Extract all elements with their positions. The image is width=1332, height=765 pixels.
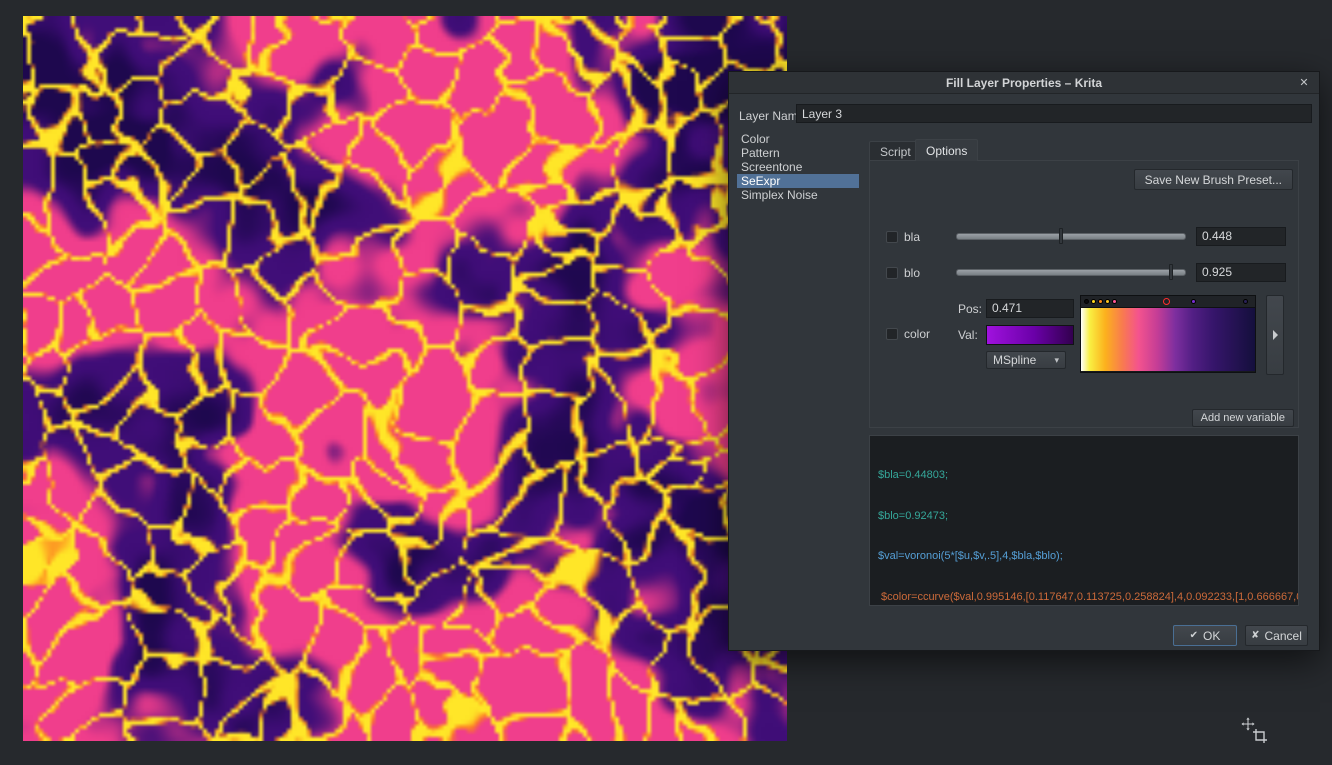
bla-slider-handle[interactable]: [1059, 228, 1063, 244]
close-icon[interactable]: ✕: [1296, 75, 1312, 91]
color-value-swatch[interactable]: [986, 325, 1074, 345]
script-line: $color=ccurve($val,0.995146,[0.117647,0.…: [878, 591, 1290, 605]
gradient-stop-marker-selected[interactable]: [1163, 298, 1170, 305]
chevron-right-icon: [1273, 330, 1278, 340]
dialog-titlebar[interactable]: Fill Layer Properties – Krita ✕: [729, 72, 1319, 94]
chevron-down-icon: ▾: [1054, 355, 1059, 366]
generator-list-item-screentone[interactable]: Screentone: [737, 160, 859, 174]
tab-options[interactable]: Options: [915, 139, 978, 161]
generator-list-item-seexpr[interactable]: SeExpr: [737, 174, 859, 188]
blo-checkbox[interactable]: [886, 267, 898, 279]
cancel-button[interactable]: ✘ Cancel: [1245, 625, 1308, 646]
gradient-stop-marker[interactable]: [1091, 299, 1096, 304]
gradient-editor[interactable]: [1080, 295, 1256, 373]
gradient-marker-strip: [1081, 296, 1255, 308]
script-line: $bla=0.44803;: [878, 469, 1290, 483]
fill-layer-properties-dialog: Fill Layer Properties – Krita ✕ Layer Na…: [728, 71, 1320, 651]
ok-button[interactable]: ✔ OK: [1173, 625, 1237, 646]
bla-checkbox[interactable]: [886, 231, 898, 243]
blo-value-input[interactable]: 0.925: [1196, 263, 1286, 282]
gradient-preview[interactable]: [1081, 308, 1255, 371]
blo-slider[interactable]: [956, 263, 1186, 281]
tab-script[interactable]: Script: [869, 141, 922, 161]
screen: Fill Layer Properties – Krita ✕ Layer Na…: [0, 0, 1332, 765]
interpolation-dropdown-value: MSpline: [993, 353, 1036, 367]
color-label: color: [904, 327, 930, 341]
blo-label: blo: [904, 266, 920, 280]
canvas-image[interactable]: [23, 16, 787, 741]
options-tab-pane: Save New Brush Preset... bla 0.448 blo 0…: [869, 160, 1299, 428]
generator-list-item-color[interactable]: Color: [737, 132, 859, 146]
bla-slider-groove: [956, 233, 1186, 240]
val-label: Val:: [958, 328, 978, 342]
gradient-stop-marker[interactable]: [1243, 299, 1248, 304]
interpolation-dropdown[interactable]: MSpline ▾: [986, 351, 1066, 369]
generator-list-item-simplex-noise[interactable]: Simplex Noise: [737, 188, 859, 202]
gradient-expand-button[interactable]: [1266, 295, 1284, 375]
blo-slider-handle[interactable]: [1169, 264, 1173, 280]
generator-list: Color Pattern Screentone SeExpr Simplex …: [737, 132, 859, 202]
gradient-stop-marker[interactable]: [1105, 299, 1110, 304]
gradient-stop-marker[interactable]: [1112, 299, 1117, 304]
script-line: $val=voronoi(5*[$u,$v,.5],4,$bla,$blo);: [878, 550, 1290, 564]
gradient-stop-marker[interactable]: [1191, 299, 1196, 304]
gradient-stop-marker[interactable]: [1098, 299, 1103, 304]
blo-slider-groove: [956, 269, 1186, 276]
cross-icon: ✘: [1251, 630, 1259, 641]
bla-slider[interactable]: [956, 227, 1186, 245]
cancel-button-label: Cancel: [1265, 629, 1302, 643]
color-checkbox[interactable]: [886, 328, 898, 340]
layer-name-input[interactable]: [796, 104, 1312, 123]
gradient-stop-marker[interactable]: [1084, 299, 1089, 304]
crop-tool-icon: [1252, 728, 1268, 744]
script-line: $blo=0.92473;: [878, 510, 1290, 524]
dialog-title: Fill Layer Properties – Krita: [946, 76, 1102, 90]
pos-label: Pos:: [958, 302, 982, 316]
pos-value-input[interactable]: 0.471: [986, 299, 1074, 318]
save-new-brush-preset-button[interactable]: Save New Brush Preset...: [1134, 169, 1293, 190]
checkmark-icon: ✔: [1190, 630, 1198, 641]
bla-label: bla: [904, 230, 920, 244]
bla-value-input[interactable]: 0.448: [1196, 227, 1286, 246]
script-editor[interactable]: $bla=0.44803; $blo=0.92473; $val=voronoi…: [869, 435, 1299, 606]
generator-list-item-pattern[interactable]: Pattern: [737, 146, 859, 160]
add-new-variable-button[interactable]: Add new variable: [1192, 409, 1294, 427]
ok-button-label: OK: [1203, 629, 1220, 643]
